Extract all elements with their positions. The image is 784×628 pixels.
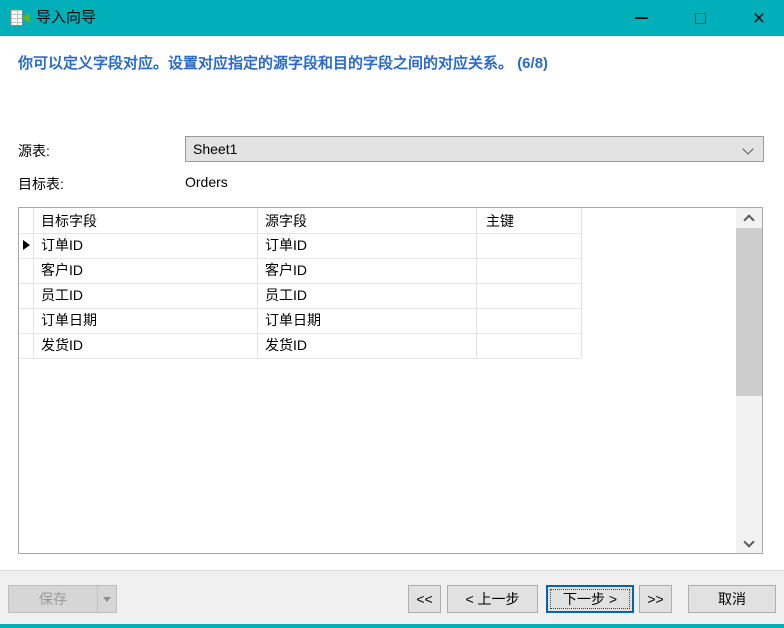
split-divider (97, 586, 98, 612)
target-field-cell[interactable]: 订单日期 (41, 308, 97, 333)
chevron-down-icon (743, 535, 755, 548)
instruction-text: 你可以定义字段对应。设置对应指定的源字段和目的字段之间的对应关系。 (18, 55, 514, 72)
table-row[interactable]: 员工ID 员工ID (19, 283, 581, 308)
next-step-button[interactable]: 下一步 > (546, 585, 634, 613)
column-header-primary-key: 主键 (486, 213, 514, 229)
title-bar: 导入向导 × (0, 0, 784, 36)
source-table-label: 源表: (18, 143, 50, 159)
target-field-cell[interactable]: 员工ID (41, 283, 83, 308)
minimize-button[interactable] (616, 0, 666, 36)
target-table-value: Orders (185, 174, 228, 190)
source-field-cell[interactable]: 客户ID (265, 258, 307, 283)
chevron-up-icon (743, 213, 755, 226)
scrollbar-thumb[interactable] (736, 228, 762, 396)
grid-column-line (581, 208, 582, 358)
cancel-button[interactable]: 取消 (688, 585, 776, 613)
source-table-value: Sheet1 (193, 141, 238, 157)
scrollbar-up-button[interactable] (736, 208, 762, 226)
field-mapping-grid: 目标字段 源字段 主键 订单ID 订单ID 客户ID 客户ID 员工ID 员工I… (18, 207, 763, 554)
source-field-cell[interactable]: 订单ID (265, 233, 307, 258)
table-row[interactable]: 客户ID 客户ID (19, 258, 581, 283)
source-field-cell[interactable]: 订单日期 (265, 308, 321, 333)
window-bottom-border (0, 624, 784, 628)
source-table-select[interactable]: Sheet1 (185, 136, 764, 162)
wizard-instruction: 你可以定义字段对应。设置对应指定的源字段和目的字段之间的对应关系。 (6/8) (18, 54, 763, 74)
table-row[interactable]: 订单ID 订单ID (19, 233, 581, 258)
footer-bar: 保存 << < 上一步 下一步 > >> 取消 (0, 570, 784, 624)
previous-step-button[interactable]: < 上一步 (447, 585, 538, 613)
grid-row-line (19, 358, 581, 359)
first-step-button[interactable]: << (408, 585, 441, 613)
table-row[interactable]: 发货ID 发货ID (19, 333, 581, 358)
target-field-cell[interactable]: 订单ID (41, 233, 83, 258)
source-field-cell[interactable]: 员工ID (265, 283, 307, 308)
vertical-scrollbar[interactable] (736, 208, 762, 553)
maximize-icon (694, 12, 706, 24)
scrollbar-down-button[interactable] (736, 535, 762, 553)
close-icon: × (752, 6, 766, 30)
target-field-cell[interactable]: 发货ID (41, 333, 83, 358)
close-button[interactable]: × (734, 0, 784, 36)
import-spreadsheet-icon (10, 9, 30, 27)
source-field-cell[interactable]: 发货ID (265, 333, 307, 358)
column-header-source-field: 源字段 (265, 213, 307, 229)
column-header-target-field: 目标字段 (41, 213, 97, 229)
import-wizard-dialog: 导入向导 × 你可以定义字段对应。设置对应指定的源字段和目的字段之间的对应关系。… (0, 0, 784, 628)
chevron-down-icon (742, 143, 754, 155)
caret-down-icon (103, 597, 111, 602)
target-table-label: 目标表: (18, 176, 64, 192)
save-split-button[interactable]: 保存 (8, 585, 117, 613)
window-title: 导入向导 (36, 9, 97, 26)
maximize-button[interactable] (675, 0, 725, 36)
step-indicator: (6/8) (517, 55, 549, 72)
last-step-button[interactable]: >> (639, 585, 672, 613)
table-row[interactable]: 订单日期 订单日期 (19, 308, 581, 333)
minimize-icon (634, 17, 648, 19)
save-button[interactable]: 保存 (9, 586, 97, 612)
target-field-cell[interactable]: 客户ID (41, 258, 83, 283)
